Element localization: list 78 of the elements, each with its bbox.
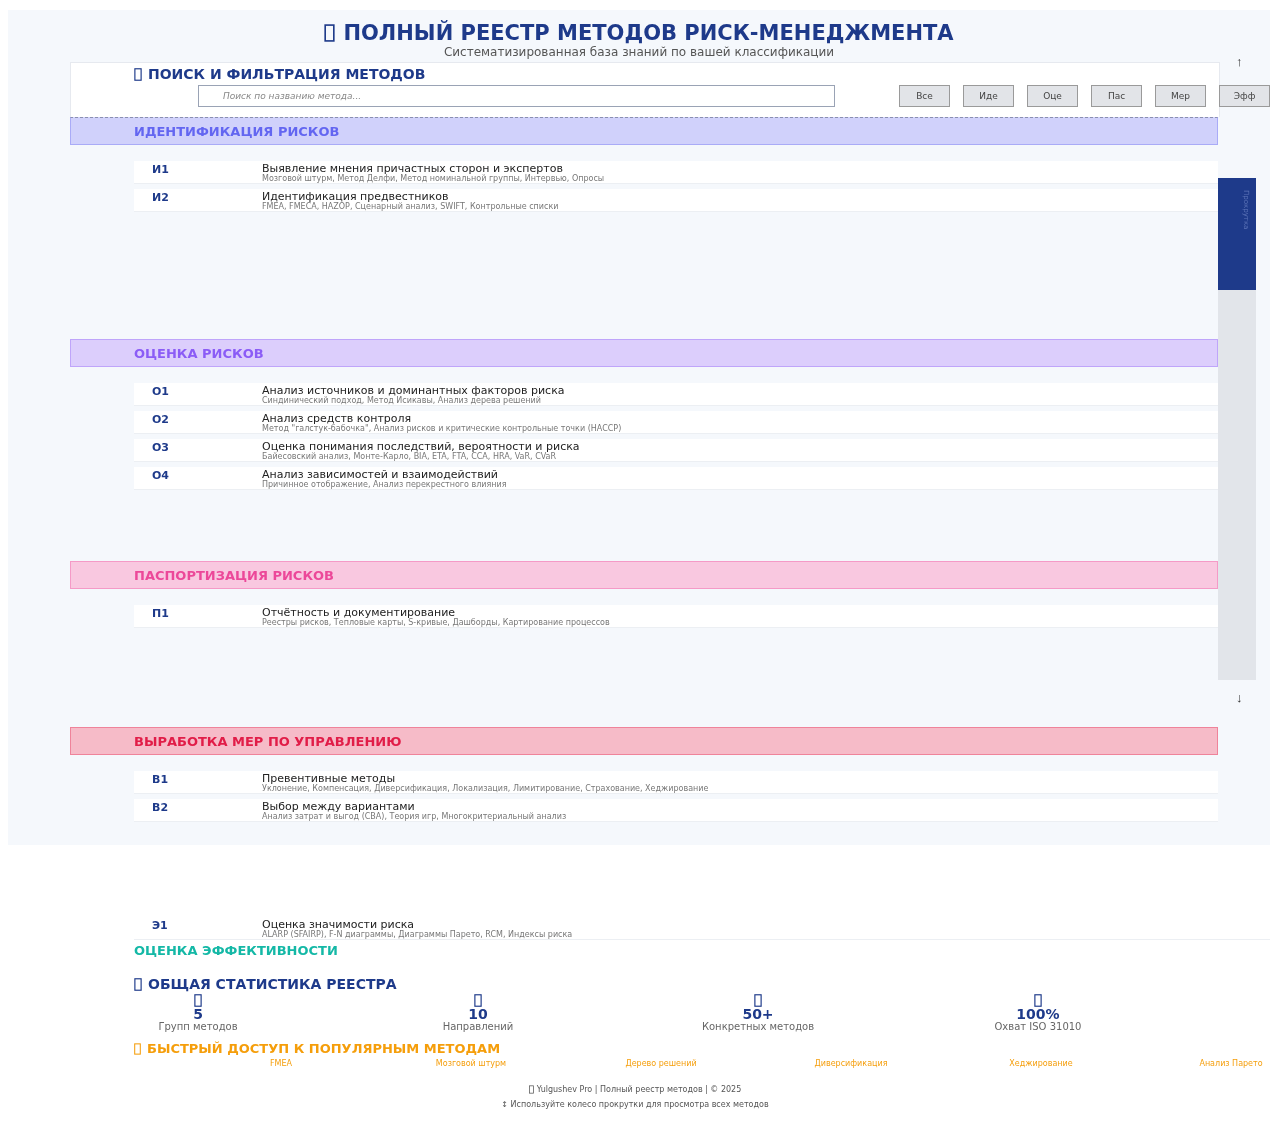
method-title: Анализ зависимостей и взаимодействий xyxy=(262,469,499,480)
group-title: ОЦЕНКА ЭФФЕКТИВНОСТИ xyxy=(134,943,339,958)
method-title: Анализ источников и доминантных факторов риска xyxy=(262,385,565,396)
search-heading: ПОИСК И ФИЛЬТРАЦИЯ МЕТОДОВ xyxy=(134,66,426,82)
method-row[interactable]: В2 Выбор между вариантами Анализ затрат и выгод (CBA), Теория игр, Многокритериальный анализ xyxy=(134,799,1218,822)
method-code: И2 xyxy=(152,191,170,205)
stat-label: Охват ISO 31010 xyxy=(994,1021,1082,1033)
method-code: П1 xyxy=(152,607,170,621)
method-code: О4 xyxy=(152,469,170,483)
method-title: Выбор между вариантами xyxy=(262,801,415,812)
filter-button[interactable]: Оце xyxy=(1027,85,1078,107)
filter-button[interactable]: Все xyxy=(899,85,950,107)
method-code: О1 xyxy=(152,385,170,399)
footer-credits: Yulgushev Pro | Полный реестр методов | © 2025 xyxy=(536,1084,742,1096)
stat-value: 50+ xyxy=(742,1007,774,1021)
box-icon xyxy=(754,994,762,1007)
footer-hint: ↕ Используйте колесо прокрутки для просмотра всех методов xyxy=(501,1099,769,1111)
method-tools: Уклонение, Компенсация, Диверсификация, Локализация, Лимитирование, Страхование, Хеджирование xyxy=(262,784,709,793)
filter-button[interactable]: Мер xyxy=(1155,85,1206,107)
group-title: ПАСПОРТИЗАЦИЯ РИСКОВ xyxy=(134,567,334,583)
method-tools: Синдинический подход, Метод Исикавы, Анализ дерева решений xyxy=(262,396,541,405)
group-title: ВЫРАБОТКА МЕР ПО УПРАВЛЕНИЮ xyxy=(134,733,402,749)
method-row[interactable]: В1 Превентивные методы Уклонение, Компенсация, Диверсификация, Локализация, Лимитирование, Страхование, Хеджирование xyxy=(134,771,1218,794)
box-icon xyxy=(324,24,336,42)
scroll-down-button[interactable]: ↓ xyxy=(1236,690,1243,705)
stat-value: 100% xyxy=(1016,1007,1060,1021)
box-icon xyxy=(474,994,482,1007)
search-field[interactable]: Поиск по названию метода... xyxy=(198,85,835,107)
method-tools: Реестры рисков, Тепловые карты, S-кривые, Дашборды, Картирование процессов xyxy=(262,618,610,627)
box-icon xyxy=(134,67,142,81)
method-code: В2 xyxy=(152,801,170,815)
method-title: Идентификация предвестников xyxy=(262,191,449,202)
filter-button[interactable]: Иде xyxy=(963,85,1014,107)
method-code: О2 xyxy=(152,413,170,427)
method-tools: Мозговой штурм, Метод Делфи, Метод номинальной группы, Интервью, Опросы xyxy=(262,174,605,183)
stat-value: 5 xyxy=(193,1007,203,1021)
page-title: ПОЛНЫЙ РЕЕСТР МЕТОДОВ РИСК-МЕНЕДЖМЕНТА xyxy=(324,20,954,46)
method-row[interactable]: О2 Анализ средств контроля Метод "галстук-бабочка", Анализ рисков и критические контрольные точки (HACCP) xyxy=(134,411,1218,434)
method-tools: Причинное отображение, Анализ перекрестного влияния xyxy=(262,480,507,489)
method-code: И1 xyxy=(152,163,170,177)
method-title: Выявление мнения причастных сторон и экспертов xyxy=(262,163,563,174)
method-tools: FMEA, FMECA, HAZOP, Сценарный анализ, SWIFT, Контрольные списки xyxy=(262,202,559,211)
method-tools: Анализ затрат и выгод (CBA), Теория игр, Многокритериальный анализ xyxy=(262,812,567,821)
method-tools: ALARP (SFAIRP), F-N диаграммы, Диаграммы Парето, RCM, Индексы риска xyxy=(262,930,573,939)
stats-heading: ОБЩАЯ СТАТИСТИКА РЕЕСТРА xyxy=(134,976,1270,992)
method-code: О3 xyxy=(152,441,170,455)
filter-button[interactable]: Эфф xyxy=(1219,85,1270,107)
method-title: Анализ средств контроля xyxy=(262,413,413,424)
method-title: Оценка значимости риска xyxy=(262,919,415,930)
box-icon xyxy=(528,1085,534,1094)
scroll-up-button[interactable]: ↑ xyxy=(1236,54,1243,69)
box-icon xyxy=(194,994,202,1007)
method-row[interactable]: И2 Идентификация предвестников FMEA, FMECA, HAZOP, Сценарный анализ, SWIFT, Контрольные списки xyxy=(134,189,1218,212)
method-code: Э1 xyxy=(152,919,169,933)
method-title: Превентивные методы xyxy=(262,773,396,784)
filter-button[interactable]: Пас xyxy=(1091,85,1142,107)
method-row[interactable]: П1 Отчётность и документирование Реестры рисков, Тепловые карты, S-кривые, Дашборды, Картирование процессов xyxy=(134,605,1218,628)
page-subtitle: Систематизированная база знаний по вашей классификации xyxy=(442,46,836,58)
box-icon xyxy=(1034,994,1042,1007)
method-title: Оценка понимания последствий, вероятности и риска xyxy=(262,441,580,452)
method-row[interactable]: О4 Анализ зависимостей и взаимодействий Причинное отображение, Анализ перекрестного влияния xyxy=(134,467,1218,490)
method-tools: Метод "галстук-бабочка", Анализ рисков и критические контрольные точки (HACCP) xyxy=(262,424,622,433)
group-title: ИДЕНТИФИКАЦИЯ РИСКОВ xyxy=(134,123,340,139)
box-icon xyxy=(134,977,142,991)
box-icon xyxy=(134,1042,141,1055)
method-row[interactable]: И1 Выявление мнения причастных сторон и экспертов Мозговой штурм, Метод Делфи, Метод номинальной группы, Интервью, Опросы xyxy=(134,161,1218,184)
method-code: В1 xyxy=(152,773,170,787)
group-title: ОЦЕНКА РИСКОВ xyxy=(134,345,264,361)
stat-value: 10 xyxy=(468,1007,488,1021)
method-row[interactable]: Э1 Оценка значимости риска ALARP (SFAIRP), F-N диаграммы, Диаграммы Парето, RCM, Индексы риска xyxy=(134,917,1270,940)
stat-label: Направлений xyxy=(442,1021,514,1033)
quick-access-heading: БЫСТРЫЙ ДОСТУП К ПОПУЛЯРНЫМ МЕТОДАМ xyxy=(134,1041,1270,1056)
method-row[interactable]: О3 Оценка понимания последствий, вероятности и риска Байесовский анализ, Монте-Карло, BIA, ETA, FTA, CCA, HRA, VaR, CVaR xyxy=(134,439,1218,462)
stat-label: Конкретных методов xyxy=(701,1021,815,1033)
stat-label: Групп методов xyxy=(158,1021,238,1033)
method-tools: Байесовский анализ, Монте-Карло, BIA, ETA, FTA, CCA, HRA, VaR, CVaR xyxy=(262,452,557,461)
method-title: Отчётность и документирование xyxy=(262,607,456,618)
method-row[interactable]: О1 Анализ источников и доминантных факторов риска Синдинический подход, Метод Исикавы, Анализ дерева решений xyxy=(134,383,1218,406)
